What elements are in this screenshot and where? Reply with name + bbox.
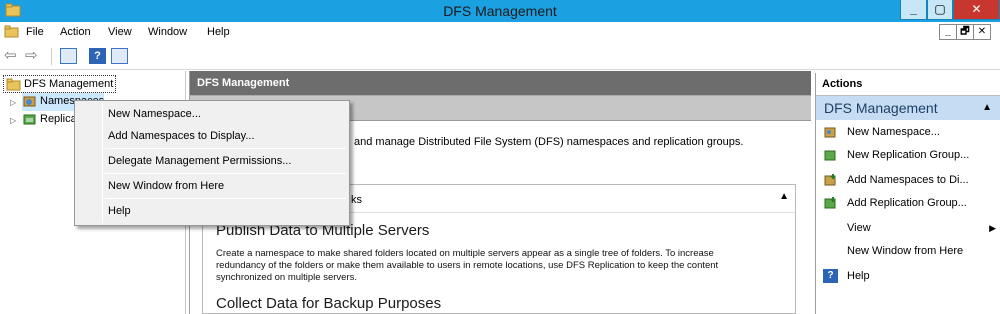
action-new-window-from-here[interactable]: New Window from Here	[816, 240, 1000, 263]
context-menu-separator	[105, 198, 346, 199]
namespace-icon	[824, 127, 836, 138]
tree-root-label: DFS Management	[24, 78, 114, 90]
ctx-add-namespaces-to-display[interactable]: Add Namespaces to Display...	[78, 125, 346, 147]
action-label: View	[847, 222, 871, 234]
maximize-button[interactable]: ▢	[927, 0, 953, 20]
namespaces-icon	[23, 96, 36, 107]
replication-icon	[23, 114, 36, 125]
results-header: DFS Management	[190, 71, 811, 96]
close-button[interactable]: ✕	[953, 0, 1000, 20]
add-namespace-icon	[824, 174, 836, 186]
add-replication-icon	[824, 197, 836, 209]
action-help[interactable]: ? Help	[816, 265, 1000, 288]
action-add-namespaces[interactable]: Add Namespaces to Di...	[816, 169, 1000, 192]
context-menu: New Namespace... Add Namespaces to Displ…	[74, 100, 350, 226]
help-icon[interactable]: ?	[89, 48, 106, 64]
back-arrow-icon[interactable]: ⇦	[4, 48, 21, 64]
action-label: Add Replication Group...	[847, 197, 967, 209]
action-label: New Window from Here	[847, 245, 964, 257]
action-label: New Replication Group...	[847, 149, 970, 161]
overview-text: and manage Distributed File System (DFS)…	[354, 136, 744, 148]
submenu-arrow-icon: ▶	[989, 223, 996, 233]
action-label: New Namespace...	[847, 126, 940, 138]
collapse-triangle-icon[interactable]: ▲	[982, 96, 992, 120]
menu-help[interactable]: Help	[207, 26, 230, 38]
expand-arrow-icon[interactable]: ▷	[10, 116, 16, 125]
toolbar-separator	[51, 48, 52, 65]
actions-section-dfs-management[interactable]: DFS Management ▲	[816, 96, 1000, 120]
window-title: DFS Management	[443, 3, 557, 19]
expand-arrow-icon[interactable]: ▷	[10, 98, 16, 107]
ctx-help[interactable]: Help	[78, 200, 346, 222]
show-hide-action-pane-icon[interactable]	[111, 48, 128, 64]
actions-pane: Actions DFS Management ▲ New Namespace..…	[815, 73, 1000, 314]
menu-action[interactable]: Action	[60, 26, 91, 38]
ctx-new-namespace[interactable]: New Namespace...	[78, 103, 346, 125]
forward-arrow-icon[interactable]: ⇨	[25, 48, 42, 64]
action-label: Help	[847, 270, 870, 282]
action-new-replication-group[interactable]: New Replication Group...	[816, 144, 1000, 167]
actions-section-label: DFS Management	[824, 100, 938, 116]
section-title-collect: Collect Data for Backup Purposes	[216, 295, 442, 312]
section-body-publish: Create a namespace to make shared folder…	[216, 248, 719, 283]
title-bar: DFS Management _ ▢ ✕	[0, 0, 1000, 22]
ctx-delegate-management-permissions[interactable]: Delegate Management Permissions...	[78, 150, 346, 172]
tasks-heading: ks	[351, 194, 362, 206]
collapse-up-icon[interactable]: ▲	[779, 191, 789, 202]
toolbar: ⇦ ⇨ ?	[0, 43, 1000, 70]
context-menu-separator	[105, 173, 346, 174]
mdi-restore-button[interactable]: 🗗	[956, 24, 974, 40]
tree-root-dfs-management[interactable]: DFS Management	[3, 75, 117, 93]
action-new-namespace[interactable]: New Namespace...	[816, 121, 1000, 144]
mdi-window-buttons: _ 🗗 ✕	[939, 24, 996, 41]
menu-window[interactable]: Window	[148, 26, 187, 38]
dfs-folder-icon	[6, 78, 21, 91]
action-view[interactable]: View ▶	[816, 217, 1000, 240]
mdi-app-icon[interactable]	[4, 25, 19, 39]
action-add-replication-group[interactable]: Add Replication Group...	[816, 192, 1000, 215]
menu-view[interactable]: View	[108, 26, 132, 38]
show-hide-tree-icon[interactable]	[60, 48, 77, 64]
actions-header: Actions	[816, 73, 1000, 96]
menu-file[interactable]: File	[26, 26, 44, 38]
menu-bar: File Action View Window Help	[0, 22, 1000, 43]
minimize-button[interactable]: _	[900, 0, 927, 20]
replication-icon	[824, 150, 836, 161]
mdi-minimize-button[interactable]: _	[939, 24, 957, 40]
context-menu-separator	[105, 148, 346, 149]
mdi-close-button[interactable]: ✕	[973, 24, 991, 40]
action-label: Add Namespaces to Di...	[847, 174, 969, 186]
help-icon: ?	[823, 269, 838, 283]
ctx-new-window-from-here[interactable]: New Window from Here	[78, 175, 346, 197]
